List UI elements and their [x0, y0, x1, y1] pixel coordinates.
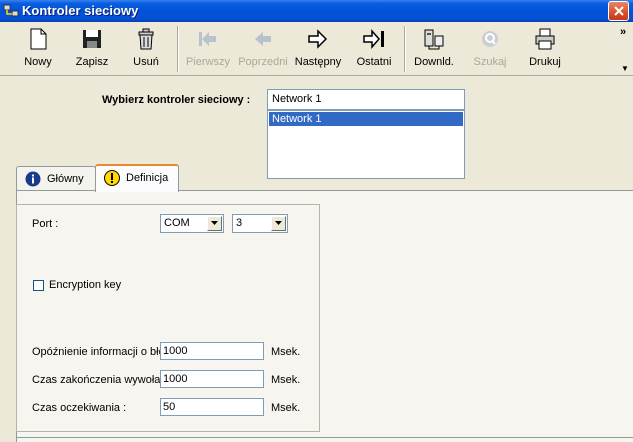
warning-icon	[104, 170, 120, 186]
previous-button-label: Poprzedni	[238, 56, 288, 68]
chevron-down-icon	[275, 221, 282, 225]
encryption-key-checkbox[interactable]	[33, 280, 44, 291]
last-button-label: Ostatni	[356, 56, 392, 68]
print-button[interactable]: Drukuj	[521, 25, 569, 73]
delete-button[interactable]: Usuń	[122, 25, 170, 73]
network-controller-input[interactable]: Network 1	[267, 89, 465, 110]
error-delay-unit: Msek.	[271, 346, 301, 358]
download-button[interactable]: Downld.	[410, 25, 458, 73]
new-button-label: Nowy	[24, 56, 52, 68]
error-delay-input[interactable]: 1000	[160, 342, 264, 360]
floppy-disk-icon	[83, 30, 101, 48]
port-type-select[interactable]: COM	[160, 214, 224, 233]
print-button-label: Drukuj	[529, 56, 561, 68]
close-button[interactable]	[608, 1, 629, 21]
search-button-label: Szukaj	[473, 56, 507, 68]
next-record-icon	[308, 29, 328, 49]
toolbar-separator	[177, 26, 179, 72]
toolbar-overflow-button[interactable]: »	[620, 26, 626, 38]
new-button[interactable]: Nowy	[14, 25, 62, 73]
wait-time-label: Czas oczekiwania :	[32, 402, 127, 414]
toolbar: Nowy Zapisz Usuń Pierwszy Poprzedni Nast…	[0, 22, 633, 76]
tab-definicja-label: Definicja	[126, 172, 169, 184]
save-button[interactable]: Zapisz	[68, 25, 116, 73]
trash-can-icon	[138, 28, 154, 50]
last-button[interactable]: Ostatni	[350, 25, 398, 73]
new-document-icon	[30, 28, 47, 50]
port-number-dropdown-button[interactable]	[271, 216, 286, 231]
network-controller-label: Wybierz kontroler sieciowy :	[102, 94, 251, 106]
call-timeout-unit: Msek.	[271, 374, 301, 386]
save-button-label: Zapisz	[75, 56, 109, 68]
toolbar-separator	[404, 26, 406, 72]
next-button-label: Następny	[294, 56, 342, 68]
search-button[interactable]: Szukaj	[466, 25, 514, 73]
error-delay-label: Opóźnienie informacji o błędzie :	[32, 346, 160, 358]
encryption-key-label[interactable]: Encryption key	[49, 279, 121, 291]
port-type-dropdown-button[interactable]	[207, 216, 222, 231]
last-record-icon	[363, 29, 384, 49]
panel-bottom-border	[16, 437, 633, 438]
first-button-label: Pierwszy	[185, 56, 230, 68]
tab-glowny-label: Główny	[47, 173, 84, 185]
first-record-icon	[199, 32, 216, 46]
window-title: Kontroler sieciowy	[22, 3, 139, 18]
delete-button-label: Usuń	[133, 56, 159, 68]
first-button[interactable]: Pierwszy	[182, 25, 234, 73]
call-timeout-label: Czas zakończenia wywołania :	[32, 374, 160, 386]
network-app-icon	[3, 4, 19, 17]
port-label: Port :	[32, 218, 59, 230]
next-button[interactable]: Następny	[293, 25, 343, 73]
wait-time-input[interactable]: 50	[160, 398, 264, 416]
chevron-down-icon	[211, 221, 218, 225]
list-item[interactable]: Network 1	[269, 112, 463, 126]
previous-button[interactable]: Poprzedni	[237, 25, 289, 73]
port-number-select[interactable]: 3	[232, 214, 288, 233]
close-icon	[614, 6, 624, 16]
download-icon	[424, 29, 444, 50]
network-controller-list[interactable]: Network 1	[267, 110, 465, 179]
tab-glowny[interactable]: Główny	[16, 166, 96, 190]
wait-time-unit: Msek.	[271, 402, 301, 414]
port-type-value: COM	[164, 217, 190, 229]
download-button-label: Downld.	[414, 56, 454, 68]
tab-definicja[interactable]: Definicja	[95, 164, 179, 192]
search-icon	[482, 31, 498, 47]
toolbar-dropdown-icon[interactable]: ▼	[621, 64, 629, 73]
info-icon	[25, 171, 41, 187]
printer-icon	[535, 28, 555, 50]
title-bar[interactable]: Kontroler sieciowy	[0, 0, 633, 22]
port-number-value: 3	[236, 217, 243, 229]
call-timeout-input[interactable]: 1000	[160, 370, 264, 388]
previous-record-icon	[255, 32, 271, 46]
